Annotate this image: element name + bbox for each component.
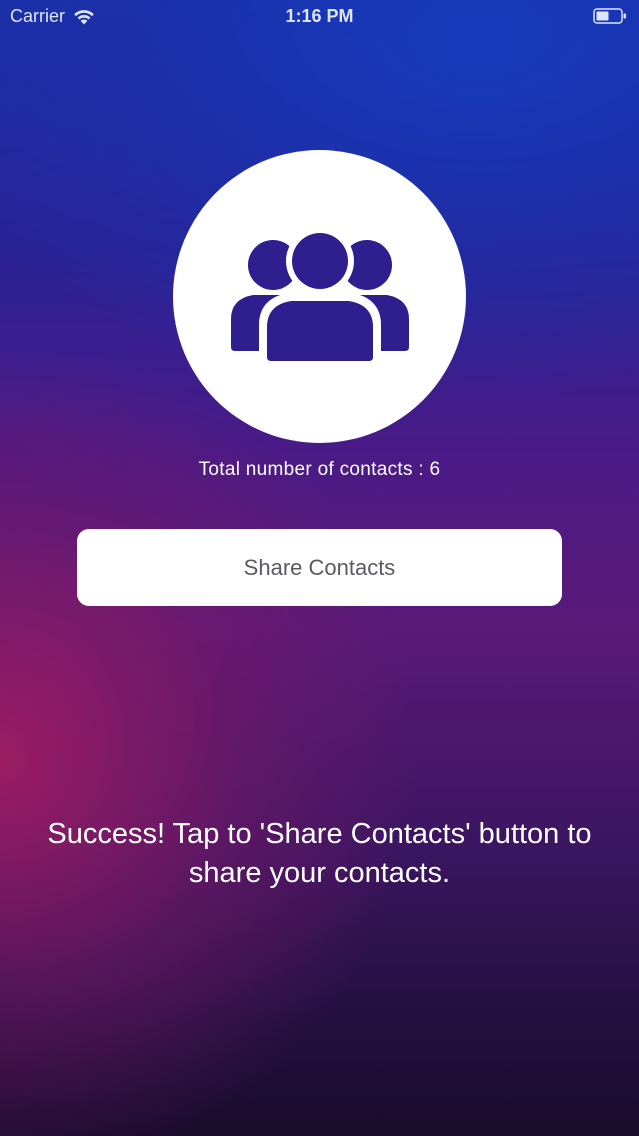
contacts-group-icon xyxy=(230,229,409,361)
contact-count-label: Total number of contacts : 6 xyxy=(198,459,441,480)
share-contacts-button[interactable]: Share Contacts xyxy=(77,529,562,606)
status-time: 1:16 PM xyxy=(285,6,354,26)
contacts-avatar xyxy=(173,150,466,443)
success-message: Success! Tap to 'Share Contacts' button … xyxy=(47,818,592,889)
status-bar: Carrier 1:16 PM xyxy=(0,0,639,34)
battery-icon xyxy=(593,8,626,24)
